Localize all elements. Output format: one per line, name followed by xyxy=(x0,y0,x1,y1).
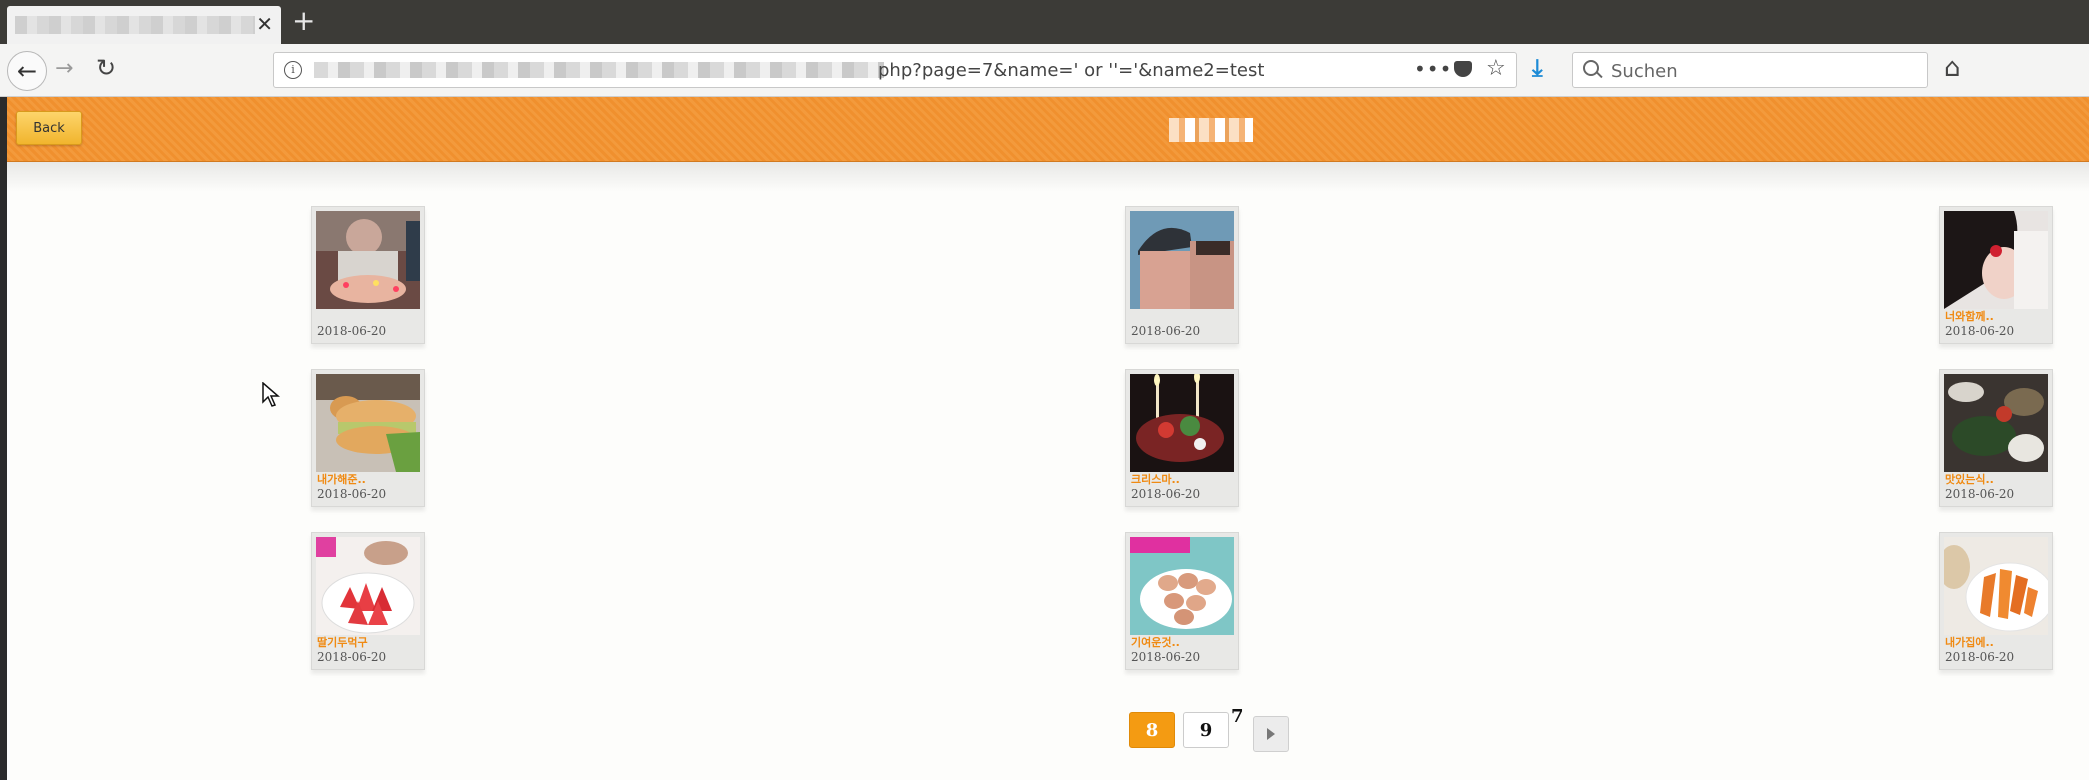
tab-title xyxy=(15,16,255,34)
photo-thumbnail[interactable] xyxy=(1130,211,1234,309)
item-title: 딸기두먹구 xyxy=(317,636,368,649)
page-link[interactable]: 9 xyxy=(1183,712,1229,748)
next-page-button[interactable] xyxy=(1253,716,1289,752)
gallery-item[interactable]: 2018-06-20 xyxy=(1125,206,1239,344)
pocket-icon[interactable] xyxy=(1454,61,1472,77)
current-page: 8 xyxy=(1129,712,1175,748)
browser-toolbar: ← → ↻ i php?page=7&name=' or ''='&name2=… xyxy=(0,44,2089,97)
item-date: 2018-06-20 xyxy=(1131,324,1201,338)
mouse-cursor-icon xyxy=(262,382,280,407)
photo-thumbnail[interactable] xyxy=(316,537,420,635)
address-bar[interactable]: i php?page=7&name=' or ''='&name2=test •… xyxy=(273,52,1517,88)
forward-arrow-icon[interactable]: → xyxy=(55,56,73,81)
page-title xyxy=(1169,118,1253,142)
photo-thumbnail[interactable] xyxy=(1130,374,1234,472)
back-arrow-icon[interactable]: ← xyxy=(7,51,47,91)
photo-thumbnail[interactable] xyxy=(1944,537,2048,635)
page-extra-text: 7 xyxy=(1231,706,1244,727)
item-date: 2018-06-20 xyxy=(317,650,387,664)
info-icon[interactable]: i xyxy=(284,61,302,79)
chevron-right-icon xyxy=(1267,728,1275,740)
item-title: 기여운것.. xyxy=(1131,636,1180,649)
close-tab-icon[interactable]: ✕ xyxy=(256,13,273,35)
gallery-item[interactable]: 2018-06-20 xyxy=(311,206,425,344)
photo-thumbnail[interactable] xyxy=(1944,211,2048,309)
url-text[interactable]: php?page=7&name=' or ''='&name2=test xyxy=(878,60,1264,81)
search-icon xyxy=(1583,60,1599,76)
web-page: Back 2018-06-20 2018-06-20 너와함께.. 2018-0… xyxy=(7,97,2089,780)
download-icon[interactable]: ⤓ xyxy=(1532,54,1543,82)
back-button[interactable]: Back xyxy=(16,111,82,145)
gallery-item[interactable]: 내가해준.. 2018-06-20 xyxy=(311,369,425,507)
bookmark-star-icon[interactable]: ☆ xyxy=(1486,56,1506,81)
item-date: 2018-06-20 xyxy=(1945,650,2015,664)
new-tab-button[interactable]: + xyxy=(292,6,315,36)
gallery-item[interactable]: 너와함께.. 2018-06-20 xyxy=(1939,206,2053,344)
header-shadow xyxy=(7,162,2089,192)
search-input[interactable] xyxy=(1609,53,1913,89)
item-date: 2018-06-20 xyxy=(317,487,387,501)
gallery-item[interactable]: 기여운것.. 2018-06-20 xyxy=(1125,532,1239,670)
photo-thumbnail[interactable] xyxy=(1130,537,1234,635)
item-title: 맛있는식.. xyxy=(1945,473,1994,486)
item-date: 2018-06-20 xyxy=(1131,650,1201,664)
gallery-item[interactable]: 내가집에.. 2018-06-20 xyxy=(1939,532,2053,670)
tab-strip: ✕ + xyxy=(0,0,2089,44)
gallery-item[interactable]: 맛있는식.. 2018-06-20 xyxy=(1939,369,2053,507)
photo-thumbnail[interactable] xyxy=(1944,374,2048,472)
url-redacted xyxy=(314,62,884,78)
browser-tab[interactable]: ✕ xyxy=(7,6,281,44)
gallery-item[interactable]: 딸기두먹구 2018-06-20 xyxy=(311,532,425,670)
item-date: 2018-06-20 xyxy=(317,324,387,338)
page-header: Back xyxy=(7,97,2089,162)
item-title: 내가집에.. xyxy=(1945,636,1994,649)
item-title: 크리스마.. xyxy=(1131,473,1180,486)
photo-thumbnail[interactable] xyxy=(316,374,420,472)
photo-thumbnail[interactable] xyxy=(316,211,420,309)
search-bar[interactable] xyxy=(1572,52,1928,89)
gallery-item[interactable]: 크리스마.. 2018-06-20 xyxy=(1125,369,1239,507)
item-date: 2018-06-20 xyxy=(1131,487,1201,501)
more-actions-icon[interactable]: ••• xyxy=(1414,57,1452,81)
reload-icon[interactable]: ↻ xyxy=(96,54,116,82)
home-icon[interactable]: ⌂ xyxy=(1944,53,1961,83)
item-date: 2018-06-20 xyxy=(1945,487,2015,501)
item-title: 너와함께.. xyxy=(1945,310,1994,323)
item-date: 2018-06-20 xyxy=(1945,324,2015,338)
item-title: 내가해준.. xyxy=(317,473,366,486)
